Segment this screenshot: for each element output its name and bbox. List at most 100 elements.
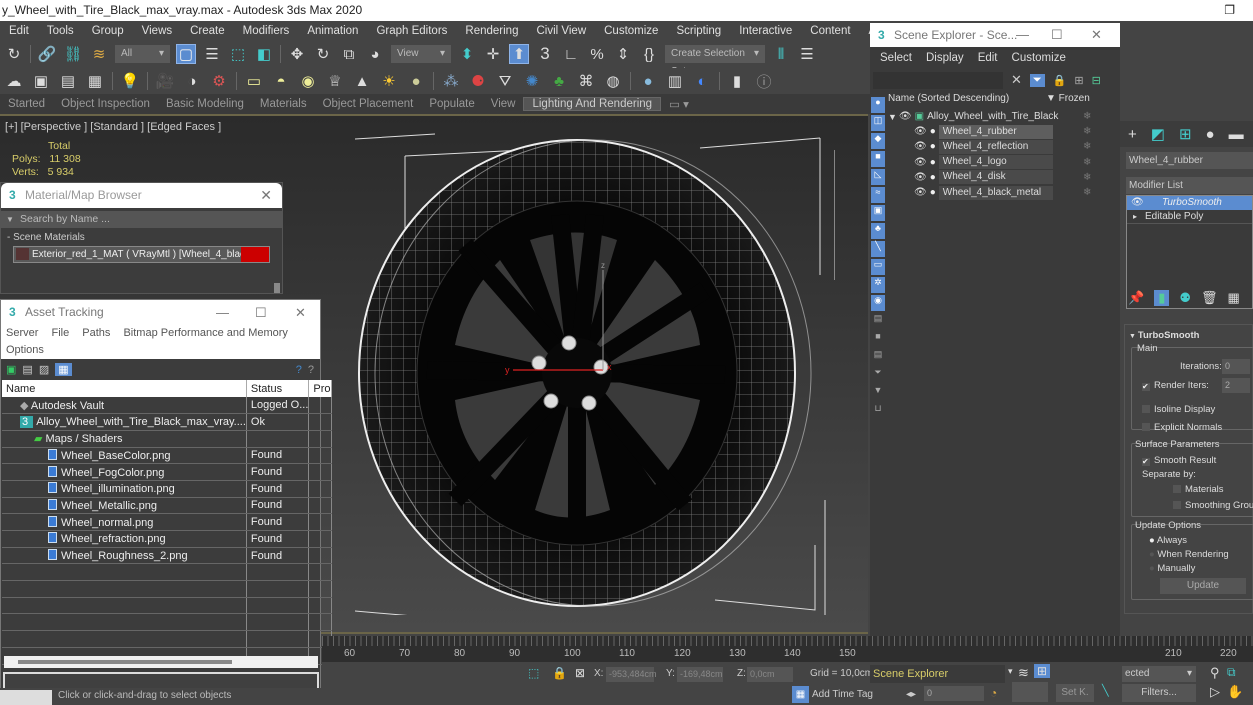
- maxscript-mini-listener[interactable]: [0, 690, 52, 705]
- menu-options[interactable]: Options: [6, 344, 44, 356]
- hierarchy-mode-icon[interactable]: ⊞: [1034, 664, 1051, 678]
- menu-edit[interactable]: Edit: [978, 52, 998, 64]
- column-name[interactable]: Name (Sorted Descending): [888, 93, 1046, 108]
- close-icon[interactable]: ✕: [295, 300, 306, 325]
- visibility-eye-icon[interactable]: 👁: [914, 141, 927, 152]
- spinner-snap-icon[interactable]: ⇕: [613, 44, 633, 64]
- ribbon-options-icon[interactable]: ▭ ▾: [661, 97, 697, 111]
- hierarchy-tab-icon[interactable]: ⊞: [1179, 125, 1192, 143]
- set-key-button[interactable]: Set K.: [1056, 684, 1094, 702]
- placement-icon[interactable]: ◕: [365, 44, 385, 64]
- x-coordinate-field[interactable]: -953,484cm: [606, 667, 657, 682]
- menu-modifiers[interactable]: Modifiers: [234, 25, 299, 37]
- create-tab-icon[interactable]: +: [1128, 126, 1137, 143]
- keyboard-shortcut-override-icon[interactable]: ⬆: [509, 44, 529, 64]
- remove-modifier-icon[interactable]: 🗑: [1201, 290, 1218, 306]
- clear-search-icon[interactable]: ✕: [1011, 72, 1022, 88]
- modifier-turbosmooth[interactable]: 👁 TurboSmooth: [1127, 196, 1252, 210]
- display-all-icon[interactable]: ▤: [871, 313, 885, 329]
- material-search-input[interactable]: ▼ Search by Name ...: [1, 211, 282, 228]
- time-tag-icon[interactable]: ▦: [792, 686, 809, 703]
- tree-node[interactable]: 👁 ● Wheel_4_rubber ❄: [888, 124, 1116, 139]
- exposure-icon[interactable]: ◑: [182, 71, 202, 91]
- asset-row[interactable]: Wheel_normal.png Found: [2, 513, 332, 531]
- pivot-center-icon[interactable]: ⬍: [457, 44, 477, 64]
- material-browser-titlebar[interactable]: 3 Material/Map Browser ✕: [1, 183, 282, 208]
- maximize-icon[interactable]: ☐: [255, 300, 267, 325]
- close-icon[interactable]: ✕: [1091, 23, 1102, 47]
- scale-icon[interactable]: ⧉: [339, 44, 359, 64]
- expand-hierarchy-icon[interactable]: ⊟: [1092, 74, 1101, 87]
- menu-graph-editors[interactable]: Graph Editors: [367, 25, 456, 37]
- window-crossing-icon[interactable]: ◧: [254, 44, 274, 64]
- tree-node[interactable]: 👁 ● Wheel_4_disk ❄: [888, 170, 1116, 185]
- isoline-display-checkbox[interactable]: Isoline Display: [1142, 404, 1215, 415]
- visibility-eye-icon[interactable]: 👁: [914, 126, 927, 137]
- ribbon-tab-populate[interactable]: Populate: [421, 98, 482, 110]
- asset-row[interactable]: Wheel_BaseColor.png Found: [2, 447, 332, 465]
- make-unique-icon[interactable]: ⚉: [1179, 290, 1191, 306]
- filter-icon[interactable]: ⏷: [1029, 73, 1045, 87]
- menu-tools[interactable]: Tools: [38, 25, 83, 37]
- key-tangent-icon[interactable]: ╲: [1102, 684, 1109, 697]
- asset-row[interactable]: Wheel_FogColor.png Found: [2, 463, 332, 481]
- edit-named-selection-icon[interactable]: {}: [639, 44, 659, 64]
- menu-rendering[interactable]: Rendering: [456, 25, 527, 37]
- lock-icon[interactable]: 🔒: [552, 666, 567, 680]
- update-manually-radio[interactable]: ● Manually: [1149, 563, 1195, 574]
- current-frame-spinner[interactable]: 0: [924, 686, 984, 701]
- vray-light-mesh-icon[interactable]: ●: [406, 71, 426, 91]
- expand-arrow-icon[interactable]: ▼: [888, 112, 897, 122]
- help-icon[interactable]: ⓘ: [754, 71, 774, 91]
- frame-step-icon[interactable]: ◂▸: [906, 689, 916, 700]
- time-configuration-icon[interactable]: ◔: [990, 686, 997, 700]
- select-object-icon[interactable]: ▢: [176, 44, 196, 64]
- maximize-icon[interactable]: ☐: [1051, 23, 1063, 47]
- list-view-icon[interactable]: ▤: [22, 363, 32, 376]
- menu-display[interactable]: Display: [926, 52, 964, 64]
- select-by-name-icon[interactable]: ☰: [202, 44, 222, 64]
- cloud-icon[interactable]: ☁: [4, 71, 24, 91]
- visibility-eye-icon[interactable]: 👁: [914, 172, 927, 183]
- vray-light-sphere-icon[interactable]: ◉: [298, 71, 318, 91]
- redo-icon[interactable]: ↻: [4, 44, 24, 64]
- asset-tracking-titlebar[interactable]: 3 Asset Tracking — ☐ ✕: [1, 300, 320, 325]
- modifier-editable-poly[interactable]: ▸ Editable Poly: [1127, 210, 1252, 224]
- material-item[interactable]: Exterior_red_1_MAT ( VRayMtl ) [Wheel_4_…: [13, 246, 270, 263]
- layers-icon[interactable]: ≋: [1018, 665, 1029, 681]
- modify-tab-icon[interactable]: ◩: [1151, 125, 1165, 143]
- scene-search-input[interactable]: [873, 71, 1003, 89]
- smoothing-groups-checkbox[interactable]: Smoothing Groups: [1173, 500, 1253, 511]
- ribbon-tab-basic-modeling[interactable]: Basic Modeling: [158, 98, 252, 110]
- display-none-icon[interactable]: ■: [871, 331, 885, 347]
- explicit-normals-checkbox[interactable]: Explicit Normals: [1142, 422, 1222, 433]
- asset-horizontal-scrollbar[interactable]: [4, 656, 318, 668]
- configure-modifier-sets-icon[interactable]: ▦: [1228, 290, 1240, 306]
- vray-light-dome-icon[interactable]: ◓: [271, 71, 291, 91]
- invert-display-icon[interactable]: ▤: [871, 349, 885, 365]
- motion-tab-icon[interactable]: ●: [1206, 126, 1215, 143]
- table-view-icon[interactable]: ▦: [55, 363, 72, 376]
- mirror-icon[interactable]: ⫴: [771, 44, 791, 64]
- column-name[interactable]: Name: [2, 380, 247, 397]
- refresh-icon[interactable]: ▣: [6, 363, 16, 376]
- vfb-icon[interactable]: ▥: [665, 71, 685, 91]
- menu-interactive[interactable]: Interactive: [730, 25, 801, 37]
- menu-select[interactable]: Select: [880, 52, 912, 64]
- column-status[interactable]: Status: [246, 380, 310, 397]
- menu-animation[interactable]: Animation: [298, 25, 367, 37]
- bones-filter-icon[interactable]: ╲: [871, 241, 885, 257]
- tree-node[interactable]: 👁 ● Wheel_4_logo ❄: [888, 155, 1116, 170]
- vray-proxy-icon[interactable]: ⚈: [468, 71, 488, 91]
- asset-row[interactable]: 3 Alloy_Wheel_with_Tire_Black_max_vray..…: [2, 413, 332, 431]
- field-of-view-icon[interactable]: ▷: [1210, 684, 1220, 700]
- smooth-result-checkbox[interactable]: ✔ Smooth Result: [1142, 455, 1216, 466]
- search-dropdown-icon[interactable]: ▼: [6, 211, 14, 228]
- visibility-eye-icon[interactable]: 👁: [914, 157, 927, 168]
- z-coordinate-field[interactable]: 0,0cm: [747, 667, 793, 682]
- light-lister-icon[interactable]: 💡: [120, 71, 140, 91]
- minimize-icon[interactable]: —: [1016, 23, 1029, 47]
- menu-views[interactable]: Views: [133, 25, 181, 37]
- cameras-filter-icon[interactable]: ■: [871, 151, 885, 167]
- named-selection-set-dropdown[interactable]: Create Selection Set▾: [665, 45, 765, 77]
